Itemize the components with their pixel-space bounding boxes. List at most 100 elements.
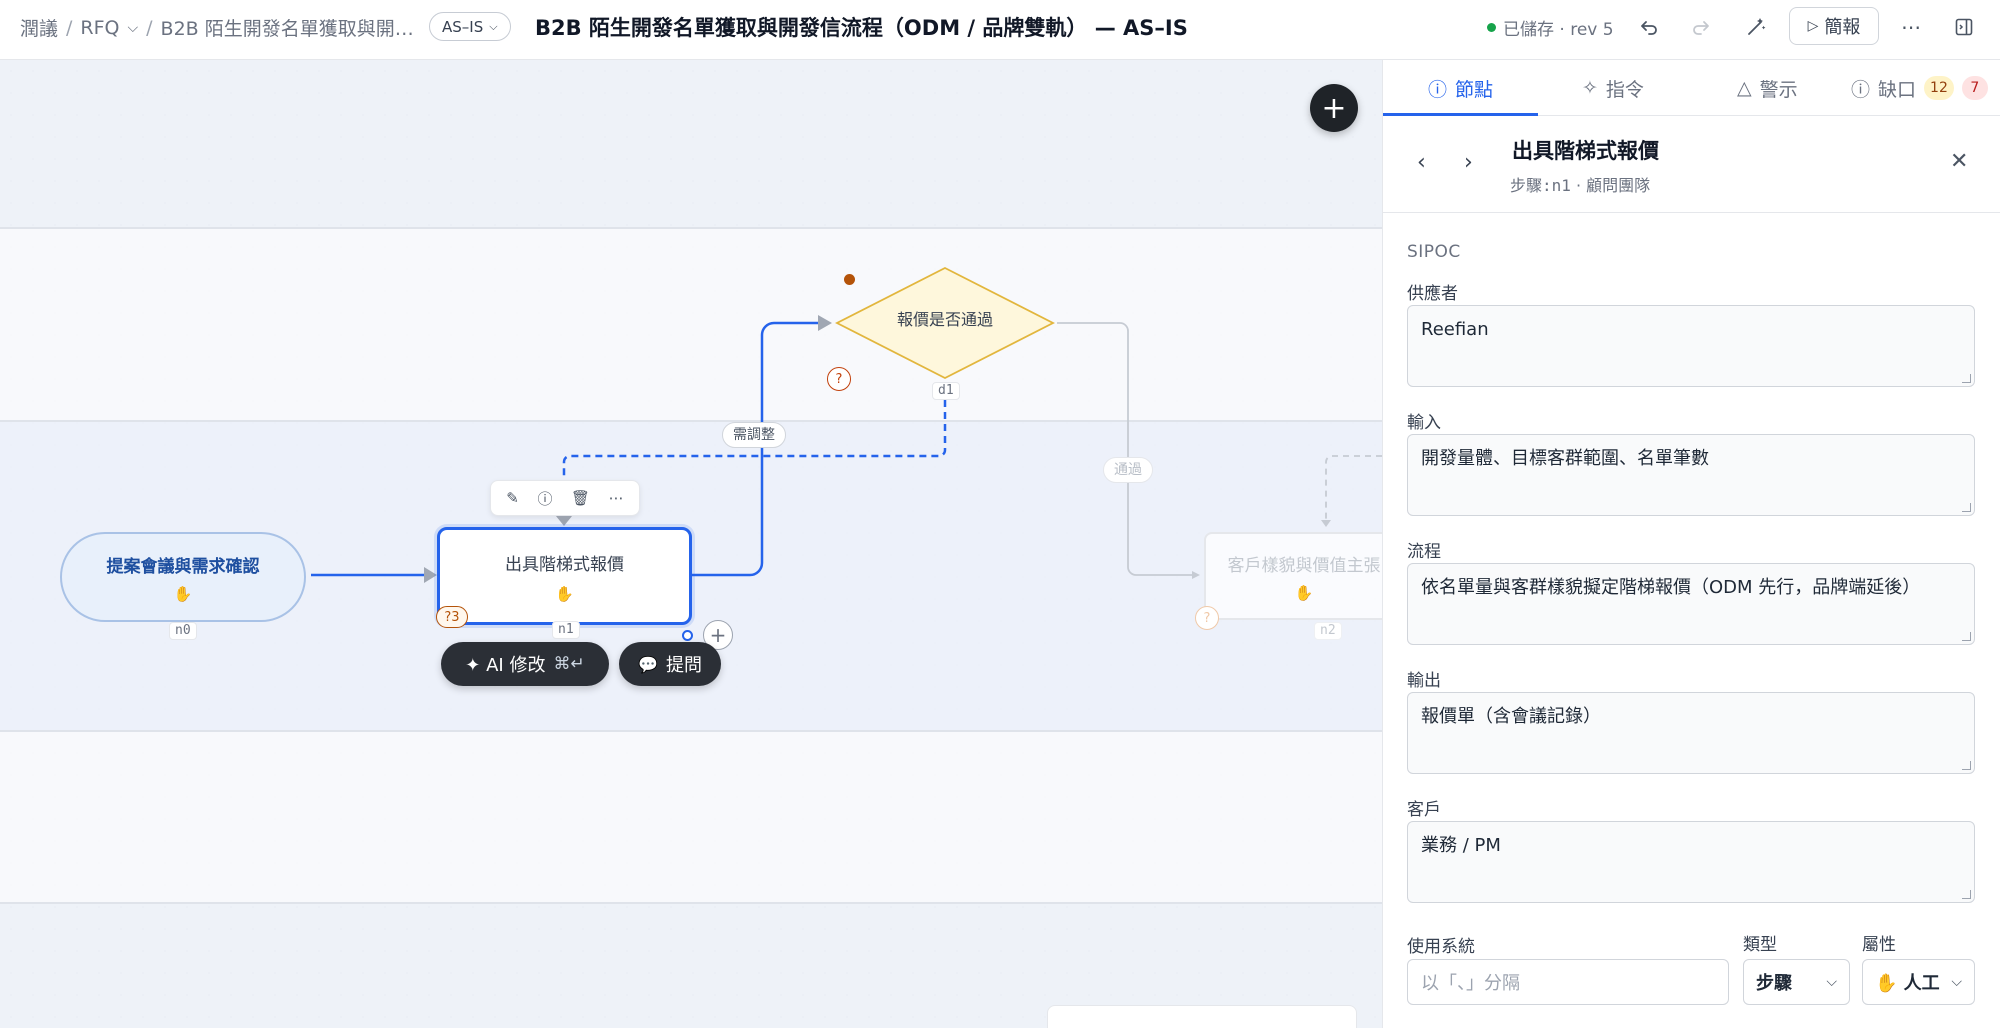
as-is-status-pill[interactable]: AS–IS ⌵	[429, 12, 511, 41]
ai-edit-button[interactable]: ✦ AI 修改 ⌘↵	[441, 642, 609, 686]
resize-grip-icon[interactable]	[1962, 632, 1971, 641]
question-icon[interactable]: ?	[1195, 606, 1219, 630]
field-label-type: 類型	[1743, 935, 1777, 955]
present-button-label: 簡報	[1824, 17, 1861, 38]
arrowhead-icon	[424, 567, 437, 583]
close-icon[interactable]: ✕	[1950, 149, 1968, 174]
field-label-supplier: 供應者	[1407, 284, 1458, 304]
sparkle-icon: ✧	[1582, 77, 1598, 99]
resize-grip-icon[interactable]	[1962, 503, 1971, 512]
hand-icon: ✋	[555, 584, 574, 603]
supplier-field[interactable]: Reefian	[1407, 305, 1975, 387]
question-count-badge[interactable]: ?3	[436, 606, 468, 628]
inspector-panel: ⓘ 節點 ✧ 指令 △ 警示 ⓘ 缺口 12 7 ‹ › 出具階梯式報價 步驟:…	[1382, 60, 2000, 1028]
document-title: B2B 陌生開發名單獲取與開發信流程（ODM / 品牌雙軌） — AS–IS	[535, 16, 1188, 40]
node-step-id: 步驟:n1	[1510, 176, 1571, 195]
undo-icon[interactable]	[1634, 12, 1664, 42]
minimap-card[interactable]	[1047, 1005, 1357, 1028]
edge-d1-n2	[1057, 322, 1196, 576]
resize-grip-icon[interactable]	[1962, 890, 1971, 899]
node-output-port[interactable]	[682, 630, 693, 641]
node-n0[interactable]: 提案會議與需求確認 ✋	[60, 532, 306, 622]
ask-button[interactable]: 💬 提問	[619, 642, 721, 686]
present-button[interactable]: ▷ 簡報	[1789, 7, 1879, 45]
edit-icon[interactable]: ✎	[506, 489, 519, 507]
toggle-panel-icon[interactable]	[1949, 12, 1979, 42]
saved-dot-icon	[1487, 23, 1496, 32]
edge-label-adjust[interactable]: 需調整	[722, 422, 786, 448]
process-field[interactable]: 依名單量與客群樣貌擬定階梯報價（ODM 先行，品牌端延後）	[1407, 563, 1975, 645]
node-n2[interactable]: 客戶樣貌與價值主張 ✋	[1204, 532, 1382, 620]
breadcrumb-document[interactable]: B2B 陌生開發名單獲取與開…	[161, 14, 414, 41]
play-icon: ▷	[1807, 18, 1819, 34]
field-label-systems: 使用系統	[1407, 937, 1475, 957]
tab-warnings[interactable]: △ 警示	[1737, 60, 1798, 116]
field-label-customer: 客戶	[1407, 800, 1441, 820]
chevron-left-icon[interactable]: ‹	[1417, 150, 1426, 175]
more-icon[interactable]: ⋯	[609, 489, 624, 507]
type-select[interactable]: 步驟 ⌵	[1743, 959, 1850, 1005]
chevron-down-icon: ⌵	[1826, 974, 1837, 990]
question-icon[interactable]: ?	[827, 367, 851, 391]
node-header: ‹ › 出具階梯式報價 步驟:n1 · 顧問團隊 ✕	[1383, 117, 2000, 213]
tab-commands[interactable]: ✧ 指令	[1582, 60, 1644, 116]
tab-label: 指令	[1605, 78, 1644, 101]
field-value: Reefian	[1421, 319, 1489, 340]
panel-tabs: ⓘ 節點 ✧ 指令 △ 警示 ⓘ 缺口 12 7	[1383, 60, 2000, 116]
trash-icon[interactable]: 🗑	[571, 489, 590, 507]
node-label: 報價是否通過	[896, 310, 993, 329]
attribute-select[interactable]: ✋ 人工 ⌵	[1862, 959, 1975, 1005]
breadcrumb: 潤議 / RFQ ⌵ / B2B 陌生開發名單獲取與開…	[20, 14, 414, 41]
chevron-down-icon: ⌵	[489, 19, 498, 33]
chevron-right-icon[interactable]: ›	[1464, 150, 1473, 175]
save-status-label: 已儲存 · rev 5	[1503, 20, 1614, 40]
systems-placeholder: 以「、」分隔	[1421, 973, 1520, 994]
chat-bubble-icon: 💬	[638, 654, 658, 674]
breadcrumb-workspace[interactable]: 潤議	[20, 14, 58, 41]
node-n1[interactable]: 出具階梯式報價 ✋	[437, 527, 692, 625]
shortcut-hint: ⌘↵	[553, 654, 585, 674]
tab-node[interactable]: ⓘ 節點	[1428, 60, 1493, 116]
node-id-badge: d1	[932, 382, 960, 400]
flow-canvas[interactable]: 提案會議與需求確認 ✋ n0 ✎ ⓘ 🗑 ⋯ 出具階梯式報價 ✋ + ?3 n1…	[0, 60, 1382, 1028]
tab-label: 節點	[1455, 78, 1494, 101]
tab-gaps[interactable]: ⓘ 缺口 12 7	[1851, 60, 1988, 116]
arrowhead-icon	[1321, 520, 1331, 527]
resize-grip-icon[interactable]	[1962, 374, 1971, 383]
node-label: 提案會議與需求確認	[106, 556, 260, 577]
node-id-badge: n1	[552, 621, 580, 639]
more-icon[interactable]: ⋯	[1896, 12, 1926, 42]
status-pill-label: AS–IS	[442, 17, 484, 36]
node-label: 客戶樣貌與價值主張	[1227, 555, 1381, 576]
edge-label-pass[interactable]: 通過	[1103, 457, 1153, 483]
add-node-fab-button[interactable]: +	[1310, 84, 1358, 132]
breadcrumb-separator: /	[66, 16, 73, 39]
node-d1[interactable]: 報價是否通過	[835, 266, 1055, 380]
tab-label: 缺口	[1878, 78, 1917, 101]
issue-marker-dot[interactable]	[844, 274, 855, 285]
customer-field[interactable]: 業務 / PM	[1407, 821, 1975, 903]
input-field[interactable]: 開發量體、目標客群範圍、名單筆數	[1407, 434, 1975, 516]
info-icon: ⓘ	[1428, 78, 1448, 101]
magic-wand-icon[interactable]	[1741, 12, 1771, 42]
breadcrumb-project[interactable]: RFQ	[80, 17, 119, 39]
redo-icon[interactable]	[1686, 12, 1716, 42]
systems-input[interactable]: 以「、」分隔	[1407, 959, 1729, 1005]
field-value: 報價單（含會議記錄）	[1421, 706, 1601, 727]
resize-grip-icon[interactable]	[1962, 761, 1971, 770]
node-toolbar: ✎ ⓘ 🗑 ⋯	[490, 480, 640, 516]
save-status: 已儲存 · rev 5	[1487, 15, 1614, 40]
field-label-output: 輸出	[1407, 671, 1441, 691]
chevron-down-icon: ⌵	[1951, 974, 1962, 990]
chevron-down-icon[interactable]: ⌵	[128, 20, 139, 36]
info-icon[interactable]: ⓘ	[537, 488, 552, 509]
toolbar-pointer-icon	[557, 516, 571, 524]
tab-label: 警示	[1759, 78, 1798, 101]
output-field[interactable]: 報價單（含會議記錄）	[1407, 692, 1975, 774]
node-id-badge: n2	[1314, 622, 1342, 640]
node-title: 出具階梯式報價	[1512, 139, 1659, 163]
node-subtitle: 步驟:n1 · 顧問團隊	[1510, 172, 1650, 196]
active-tab-indicator	[1383, 113, 1538, 116]
ask-button-label: 提問	[665, 655, 702, 676]
breadcrumb-separator: /	[146, 16, 153, 39]
